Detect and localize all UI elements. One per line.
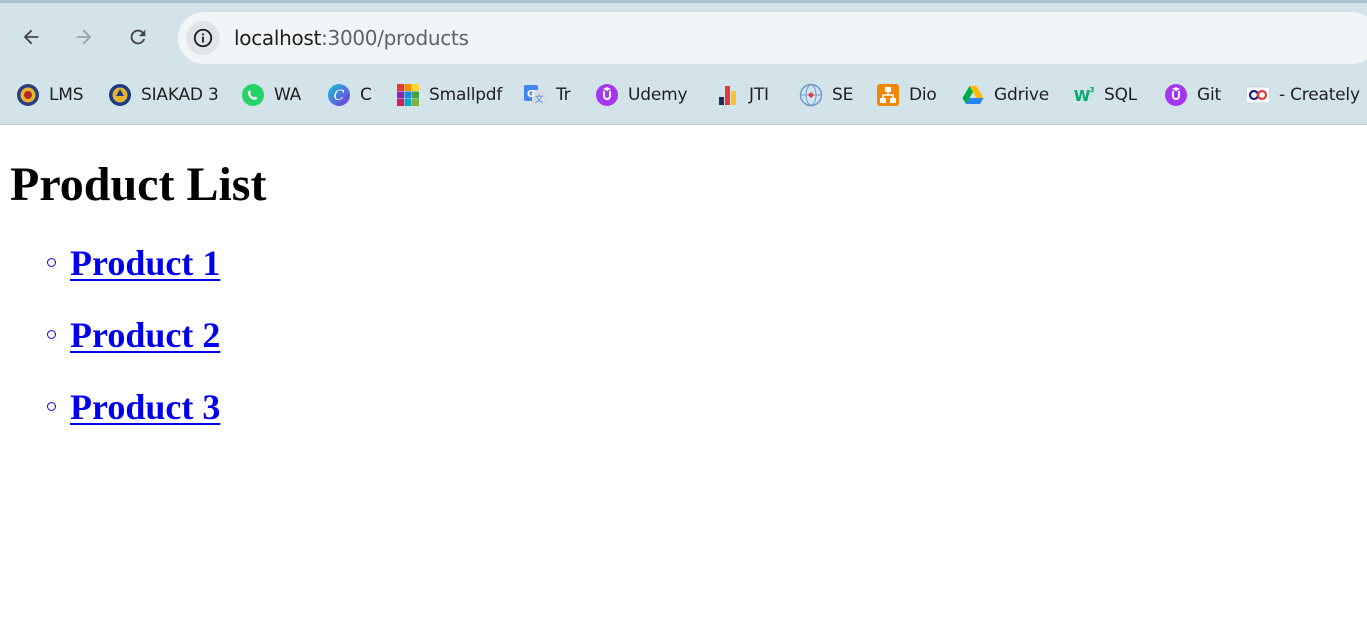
reload-icon bbox=[130, 29, 146, 45]
bookmark-gdrive[interactable]: Gdrive bbox=[961, 78, 1049, 112]
circle-bullet-icon bbox=[47, 258, 56, 267]
google-drive-icon bbox=[961, 83, 985, 107]
bookmark-label: Tr bbox=[556, 85, 571, 105]
forward-button[interactable] bbox=[67, 20, 101, 54]
bookmark-wa[interactable]: WA bbox=[241, 78, 301, 112]
list-item: Product 2 bbox=[0, 313, 220, 385]
canva-icon: C bbox=[327, 83, 351, 107]
w3schools-icon: W3 bbox=[1071, 83, 1095, 107]
bookmark-label: Udemy bbox=[628, 85, 688, 105]
svg-text:C: C bbox=[334, 88, 345, 104]
url-text[interactable]: localhost:3000/products bbox=[234, 27, 469, 49]
navigation-bar: localhost:3000/products bbox=[0, 3, 1367, 67]
udemy-icon bbox=[595, 83, 619, 107]
se-globe-icon bbox=[799, 83, 823, 107]
bookmark-jti[interactable]: JTI bbox=[716, 78, 769, 112]
svg-text:W: W bbox=[1074, 87, 1091, 105]
whatsapp-icon bbox=[241, 83, 265, 107]
svg-text:文: 文 bbox=[534, 93, 543, 105]
bookmark-udemy[interactable]: Udemy bbox=[595, 78, 688, 112]
bookmark-dio[interactable]: Dio bbox=[876, 78, 937, 112]
bookmark-label: Smallpdf bbox=[429, 85, 503, 105]
address-bar[interactable]: localhost:3000/products bbox=[178, 12, 1367, 64]
bookmark-se[interactable]: SE bbox=[799, 78, 853, 112]
udemy-icon bbox=[1164, 83, 1188, 107]
bookmark-lms[interactable]: LMS bbox=[16, 78, 84, 112]
product-list: Product 1 Product 2 Product 3 bbox=[0, 241, 220, 457]
bookmark-label: Gdrive bbox=[994, 85, 1049, 105]
list-item: Product 3 bbox=[0, 385, 220, 457]
google-translate-icon: G文 bbox=[523, 83, 547, 107]
circle-bullet-icon bbox=[47, 402, 56, 411]
browser-chrome: localhost:3000/products LMS SIAKAD 3 WA … bbox=[0, 0, 1367, 125]
diagrams-icon bbox=[876, 83, 900, 107]
bookmark-sql[interactable]: W3 SQL bbox=[1071, 78, 1138, 112]
list-item: Product 1 bbox=[0, 241, 220, 313]
bookmark-label: WA bbox=[274, 85, 302, 105]
bookmark-label: Git bbox=[1197, 85, 1221, 105]
bookmarks-bar: LMS SIAKAD 3 WA C C Smallpdf G文 Tr Udemy bbox=[0, 78, 1367, 112]
circle-bullet-icon bbox=[47, 330, 56, 339]
url-path: :3000/products bbox=[321, 26, 469, 50]
product-link[interactable]: Product 3 bbox=[70, 384, 220, 430]
lms-emblem-icon bbox=[16, 83, 40, 107]
info-icon bbox=[193, 28, 213, 48]
site-info-button[interactable] bbox=[186, 21, 220, 55]
bookmark-siakad[interactable]: SIAKAD 3 bbox=[108, 78, 219, 112]
svg-text:3: 3 bbox=[1090, 86, 1095, 94]
page-content: Product List Product 1 Product 2 Product… bbox=[0, 126, 1367, 640]
bookmark-label: SQL bbox=[1104, 85, 1138, 105]
bookmark-label: - Creately bbox=[1279, 85, 1360, 105]
product-link[interactable]: Product 1 bbox=[70, 240, 220, 286]
back-button[interactable] bbox=[14, 20, 48, 54]
bookmark-label: LMS bbox=[49, 85, 84, 105]
bookmark-label: C bbox=[360, 85, 372, 105]
arrow-left-icon bbox=[23, 29, 39, 45]
bookmark-git[interactable]: Git bbox=[1164, 78, 1221, 112]
bookmark-label: JTI bbox=[749, 85, 769, 105]
jti-icon bbox=[716, 83, 740, 107]
bookmark-creately[interactable]: - Creately bbox=[1246, 78, 1360, 112]
page-title: Product List bbox=[10, 158, 267, 211]
siakad-emblem-icon bbox=[108, 83, 132, 107]
bookmark-label: Dio bbox=[909, 85, 937, 105]
bookmark-c[interactable]: C C bbox=[327, 78, 372, 112]
reload-button[interactable] bbox=[121, 20, 155, 54]
product-link[interactable]: Product 2 bbox=[70, 312, 220, 358]
smallpdf-icon bbox=[396, 83, 420, 107]
arrow-right-icon bbox=[76, 29, 92, 45]
url-host: localhost bbox=[234, 26, 322, 50]
creately-icon bbox=[1246, 83, 1270, 107]
bookmark-label: SE bbox=[832, 85, 854, 105]
bookmark-label: SIAKAD 3 bbox=[141, 85, 219, 105]
bookmark-smallpdf[interactable]: Smallpdf bbox=[396, 78, 502, 112]
bookmark-tr[interactable]: G文 Tr bbox=[523, 78, 571, 112]
